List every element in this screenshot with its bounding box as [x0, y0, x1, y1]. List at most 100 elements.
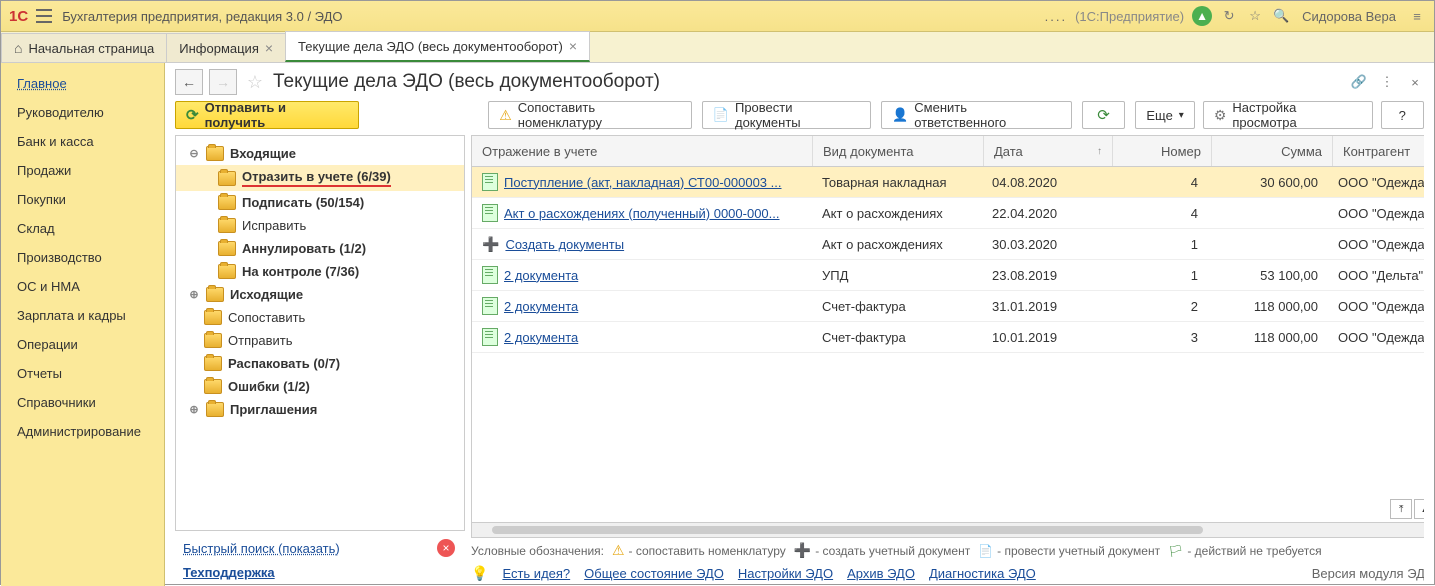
favorite-toggle-icon[interactable]: ☆ — [243, 70, 267, 94]
cell-type: Счет-фактура — [812, 299, 982, 314]
tab-information[interactable]: Информация × — [166, 33, 286, 62]
tree-reflect[interactable]: Отразить в учете (6/39) — [176, 165, 464, 191]
quick-search-link[interactable]: Быстрый поиск (показать) — [183, 541, 340, 556]
horizontal-scrollbar[interactable] — [472, 522, 1424, 537]
close-icon[interactable]: × — [569, 38, 577, 54]
tree-control-label: На контроле (7/36) — [242, 264, 359, 279]
history-icon[interactable]: ↻ — [1220, 7, 1238, 25]
sidebar-item-reports[interactable]: Отчеты — [1, 359, 164, 388]
col-date[interactable]: Дата↑ — [984, 136, 1113, 166]
send-receive-label: Отправить и получить — [205, 100, 349, 130]
tab-home[interactable]: ⌂ Начальная страница — [1, 33, 167, 62]
refresh-button[interactable]: ⟳ — [1082, 101, 1126, 129]
tree-cancel[interactable]: Аннулировать (1/2) — [176, 237, 464, 260]
collapse-icon[interactable]: ⊖ — [188, 147, 200, 160]
tree-send[interactable]: Отправить — [176, 329, 464, 352]
grid-row[interactable]: 2 документаСчет-фактура10.01.20193118 00… — [472, 322, 1424, 353]
support-link[interactable]: Техподдержка — [183, 565, 275, 580]
sidebar-item-main[interactable]: Главное — [1, 69, 164, 98]
post-documents-button[interactable]: 📄 Провести документы — [702, 101, 871, 129]
close-page-icon[interactable]: × — [1406, 73, 1424, 91]
notification-bell-icon[interactable]: ▲ — [1192, 6, 1212, 26]
sidebar-item-hr[interactable]: Зарплата и кадры — [1, 301, 164, 330]
grid-row[interactable]: 2 документаСчет-фактура31.01.20192118 00… — [472, 291, 1424, 322]
edo-settings-link[interactable]: Настройки ЭДО — [738, 566, 833, 581]
col-counterparty[interactable]: Контрагент — [1333, 136, 1424, 166]
cell-number: 4 — [1110, 175, 1208, 190]
cell-type: Товарная накладная — [812, 175, 982, 190]
tab-information-label: Информация — [179, 41, 259, 56]
col-sum[interactable]: Сумма — [1212, 136, 1333, 166]
tree-invites[interactable]: ⊕ Приглашения — [176, 398, 464, 421]
folder-icon — [204, 356, 222, 371]
cell-date: 22.04.2020 — [982, 206, 1110, 221]
expand-icon[interactable]: ⊕ — [188, 403, 200, 416]
create-doc-icon: ➕ — [482, 236, 499, 253]
tree-errors[interactable]: Ошибки (1/2) — [176, 375, 464, 398]
tree-sign[interactable]: Подписать (50/154) — [176, 191, 464, 214]
more-button[interactable]: Еще ▾ — [1135, 101, 1194, 129]
clear-filter-icon[interactable]: × — [437, 539, 455, 557]
change-responsible-button[interactable]: 👤 Сменить ответственного — [881, 101, 1072, 129]
menu-icon[interactable]: ≡ — [1408, 7, 1426, 25]
send-receive-button[interactable]: ⟳ Отправить и получить — [175, 101, 359, 129]
sidebar-item-production[interactable]: Производство — [1, 243, 164, 272]
tree-unpack[interactable]: Распаковать (0/7) — [176, 352, 464, 375]
grid-row[interactable]: 2 документаУПД23.08.2019153 100,00ООО "Д… — [472, 260, 1424, 291]
doc-link[interactable]: 2 документа — [504, 330, 578, 345]
expand-icon[interactable]: ⊕ — [188, 288, 200, 301]
grid-row[interactable]: Поступление (акт, накладная) СТ00-000003… — [472, 167, 1424, 198]
link-icon[interactable]: 🔗 — [1350, 73, 1368, 91]
tree-incoming[interactable]: ⊖ Входящие — [176, 142, 464, 165]
edo-state-link[interactable]: Общее состояние ЭДО — [584, 566, 724, 581]
folder-icon — [218, 218, 236, 233]
doc-link[interactable]: Акт о расхождениях (полученный) 0000-000… — [504, 206, 780, 221]
favorite-star-icon[interactable]: ☆ — [1246, 7, 1264, 25]
tree-fix[interactable]: Исправить — [176, 214, 464, 237]
forward-button[interactable]: → — [209, 69, 237, 95]
grid-first-button[interactable]: ⤒ — [1390, 499, 1412, 519]
sidebar-item-operations[interactable]: Операции — [1, 330, 164, 359]
folder-icon — [218, 171, 236, 186]
tree-match[interactable]: Сопоставить — [176, 306, 464, 329]
help-button[interactable]: ? — [1381, 101, 1424, 129]
sidebar-item-bank[interactable]: Банк и касса — [1, 127, 164, 156]
sidebar-item-admin[interactable]: Администрирование — [1, 417, 164, 446]
close-icon[interactable]: × — [265, 40, 273, 56]
edo-diag-link[interactable]: Диагностика ЭДО — [929, 566, 1036, 581]
back-button[interactable]: ← — [175, 69, 203, 95]
folder-icon — [206, 402, 224, 417]
grid-row[interactable]: Акт о расхождениях (полученный) 0000-000… — [472, 198, 1424, 229]
idea-link[interactable]: Есть идея? — [502, 566, 570, 581]
col-number[interactable]: Номер — [1113, 136, 1212, 166]
overflow-dots[interactable]: .... — [1045, 9, 1067, 24]
tree-control[interactable]: На контроле (7/36) — [176, 260, 464, 283]
compare-button[interactable]: ⚠ Сопоставить номенклатуру — [488, 101, 692, 129]
tree-outgoing[interactable]: ⊕ Исходящие — [176, 283, 464, 306]
cell-type: УПД — [812, 268, 982, 283]
doc-link[interactable]: Создать документы — [505, 237, 624, 252]
grid-up-button[interactable]: ▲ — [1414, 499, 1424, 519]
sidebar-item-catalogs[interactable]: Справочники — [1, 388, 164, 417]
col-reflection[interactable]: Отражение в учете — [472, 136, 813, 166]
sidebar-item-assets[interactable]: ОС и НМА — [1, 272, 164, 301]
sidebar-item-warehouse[interactable]: Склад — [1, 214, 164, 243]
tree-unpack-label: Распаковать (0/7) — [228, 356, 340, 371]
sidebar-item-purchases[interactable]: Покупки — [1, 185, 164, 214]
more-vertical-icon[interactable]: ⋮ — [1378, 73, 1396, 91]
tab-edo-current[interactable]: Текущие дела ЭДО (весь документооборот) … — [285, 31, 590, 62]
hamburger-icon[interactable] — [36, 9, 52, 23]
grid-row[interactable]: ➕Создать документыАкт о расхождениях30.0… — [472, 229, 1424, 260]
tree-errors-label: Ошибки (1/2) — [228, 379, 310, 394]
doc-link[interactable]: Поступление (акт, накладная) СТ00-000003… — [504, 175, 782, 190]
doc-link[interactable]: 2 документа — [504, 268, 578, 283]
search-icon[interactable]: 🔍 — [1272, 7, 1290, 25]
user-name[interactable]: Сидорова Вера — [1302, 9, 1396, 24]
col-doc-type[interactable]: Вид документа — [813, 136, 984, 166]
platform-info: (1С:Предприятие) — [1075, 9, 1184, 24]
edo-archive-link[interactable]: Архив ЭДО — [847, 566, 915, 581]
doc-link[interactable]: 2 документа — [504, 299, 578, 314]
sidebar-item-sales[interactable]: Продажи — [1, 156, 164, 185]
sidebar-item-manager[interactable]: Руководителю — [1, 98, 164, 127]
view-settings-button[interactable]: ⚙ Настройка просмотра — [1203, 101, 1373, 129]
